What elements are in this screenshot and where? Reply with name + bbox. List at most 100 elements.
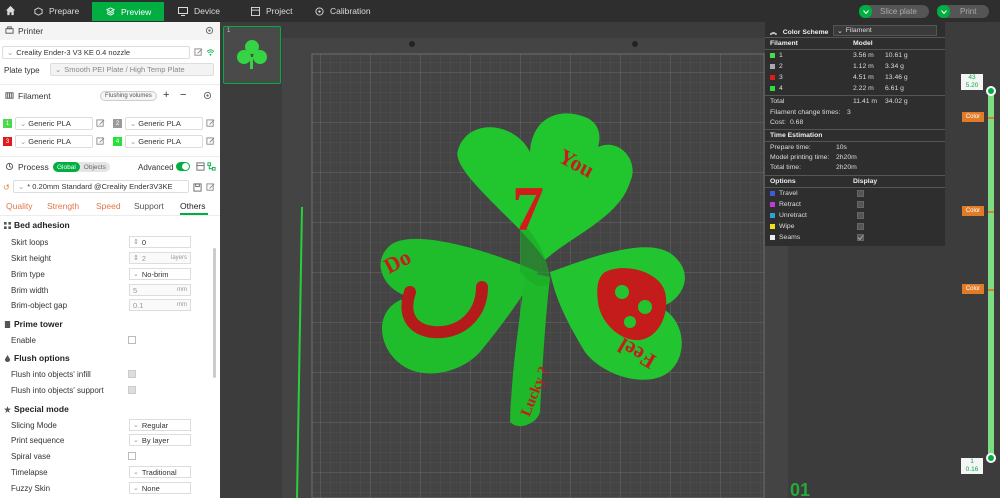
hierarchy-icon[interactable]	[207, 162, 216, 173]
filament-color-swatch[interactable]: 3	[3, 137, 12, 146]
add-icon[interactable]: +	[163, 89, 169, 101]
prepare-time-value: 10s	[836, 144, 847, 151]
group-prime-tower-label: Prime tower	[14, 319, 63, 329]
process-preset-select[interactable]: ⌄ * 0.20mm Standard @Creality Ender3V3KE	[13, 180, 189, 193]
filament-name: Generic PLA	[28, 137, 71, 146]
edit-icon[interactable]	[206, 119, 215, 130]
flush-infill-checkbox[interactable]	[128, 370, 136, 378]
remove-icon[interactable]: −	[180, 89, 186, 101]
objects-option[interactable]: Objects	[80, 162, 110, 172]
option-name: Wipe	[779, 223, 795, 230]
flushing-volumes-button[interactable]: Flushing volumes	[100, 91, 157, 101]
layer-slider-track[interactable]	[988, 90, 994, 456]
tab-strength[interactable]: Strength	[47, 201, 79, 211]
brim-type-select[interactable]: ⌄ No-brim	[129, 268, 191, 280]
printer-select[interactable]: ⌄ Creality Ender-3 V3 KE 0.4 nozzle	[2, 46, 190, 59]
skirt-height-input[interactable]: ⇕ 2 layers	[129, 252, 191, 264]
printer-name: Creality Ender-3 V3 KE 0.4 nozzle	[16, 48, 131, 57]
timelapse-select[interactable]: ⌄ Traditional	[129, 466, 191, 478]
color-change-mark	[988, 117, 994, 119]
tab-prepare[interactable]: Prepare	[18, 3, 90, 19]
unretract-checkbox[interactable]	[857, 212, 864, 219]
filament-select[interactable]: ⌄ Generic PLA	[15, 135, 93, 148]
edit-icon[interactable]	[96, 119, 105, 130]
tab-others[interactable]: Others	[180, 201, 206, 211]
filament-select[interactable]: ⌄ Generic PLA	[15, 117, 93, 130]
tower-icon	[4, 320, 11, 328]
filament-color-swatch[interactable]: 2	[113, 119, 122, 128]
process-section-label: Process	[18, 162, 49, 172]
option-seams: Seams	[770, 234, 800, 241]
tab-project[interactable]: Project	[251, 3, 311, 19]
fuzzy-skin-label: Fuzzy Skin	[11, 484, 51, 493]
advanced-toggle[interactable]	[176, 162, 190, 171]
option-retract: Retract	[770, 201, 801, 208]
edit-icon[interactable]	[206, 183, 215, 194]
top-layer-height: 5.20	[965, 82, 979, 89]
color-change-tag[interactable]: Color	[962, 206, 984, 216]
wipe-checkbox[interactable]	[857, 223, 864, 230]
printer-section-label: Printer	[18, 26, 44, 36]
dropdown-icon[interactable]	[859, 5, 872, 18]
plate-type-select[interactable]: ⌄ Smooth PEI Plate / High Temp Plate	[50, 63, 214, 76]
color-change-tag[interactable]: Color	[962, 112, 984, 122]
revert-icon[interactable]: ↺	[3, 183, 10, 192]
color-scheme-mode: Filament	[845, 27, 872, 34]
layer-slider-top-handle[interactable]	[986, 86, 996, 96]
skirt-loops-input[interactable]: ⇕ 0	[129, 236, 191, 248]
edit-icon[interactable]	[194, 48, 203, 59]
fuzzy-skin-select[interactable]: ⌄ None	[129, 482, 191, 494]
tab-preview-label: Preview	[121, 6, 152, 17]
spiral-vase-checkbox[interactable]	[128, 452, 136, 460]
filament-select[interactable]: ⌄ Generic PLA	[125, 117, 203, 130]
global-objects-toggle[interactable]: Global Objects	[53, 162, 110, 172]
compare-icon[interactable]	[196, 162, 205, 173]
tab-support[interactable]: Support	[134, 201, 164, 211]
shamrock-thumbnail-icon	[237, 40, 267, 69]
print-sequence-select[interactable]: ⌄ By layer	[129, 434, 191, 446]
travel-checkbox[interactable]	[857, 190, 864, 197]
enable-checkbox[interactable]	[128, 336, 136, 344]
plate-thumbnail[interactable]: 1	[223, 26, 281, 84]
settings-scrollbar[interactable]	[213, 248, 216, 378]
brim-gap-input[interactable]: 0.1 mm	[129, 299, 191, 311]
filament-color-swatch[interactable]: 4	[113, 137, 122, 146]
print-button[interactable]: Print	[937, 5, 989, 18]
options-header: Options	[770, 178, 796, 185]
gear-icon[interactable]	[203, 91, 212, 102]
divider	[765, 49, 945, 50]
retract-checkbox[interactable]	[857, 201, 864, 208]
seams-checkbox[interactable]	[857, 234, 864, 241]
filament-color-swatch[interactable]: 1	[3, 119, 12, 128]
brim-width-input[interactable]: 5 mm	[129, 284, 191, 296]
home-icon[interactable]	[5, 5, 16, 18]
bottom-layer-height: 0.16	[965, 466, 979, 473]
wifi-icon[interactable]	[206, 48, 215, 59]
slicing-mode-select[interactable]: ⌄ Regular	[129, 419, 191, 431]
filament-section-label: Filament	[18, 91, 51, 101]
tab-preview[interactable]: Preview	[92, 2, 164, 21]
collapse-icon[interactable]: ︽	[770, 29, 777, 36]
filament-id: 4	[779, 85, 783, 92]
cube-icon	[34, 6, 43, 16]
option-name: Retract	[779, 201, 801, 208]
edit-icon[interactable]	[206, 137, 215, 148]
gear-icon[interactable]	[205, 26, 214, 37]
color-scheme-select[interactable]: ⌄ Filament	[833, 25, 937, 36]
save-icon[interactable]	[193, 183, 202, 194]
color-change-mark	[988, 211, 994, 213]
global-option[interactable]: Global	[53, 162, 80, 172]
tab-speed[interactable]: Speed	[96, 201, 121, 211]
layer-slider-bottom-handle[interactable]	[986, 453, 996, 463]
dropdown-icon[interactable]	[937, 5, 950, 18]
brim-gap-value: 0.1	[133, 300, 144, 310]
flush-support-checkbox[interactable]	[128, 386, 136, 394]
tab-device[interactable]: Device	[178, 3, 238, 19]
slice-plate-button[interactable]: Slice plate	[859, 5, 929, 18]
color-change-tag[interactable]: Color	[962, 284, 984, 294]
tab-quality[interactable]: Quality	[6, 201, 32, 211]
monitor-icon	[178, 6, 188, 16]
edit-icon[interactable]	[96, 137, 105, 148]
tab-calibration[interactable]: Calibration	[315, 3, 395, 19]
filament-select[interactable]: ⌄ Generic PLA	[125, 135, 203, 148]
